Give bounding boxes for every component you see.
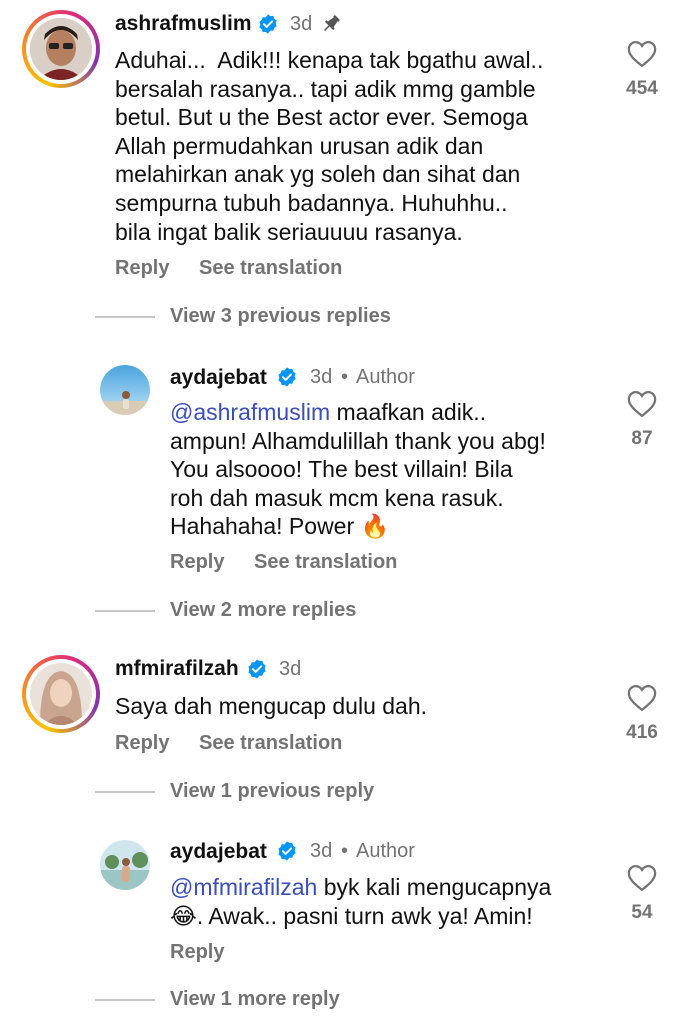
avatar[interactable] <box>100 365 150 415</box>
comment-text: @mfmirafilzah byk kali mengucapnya 😂. Aw… <box>170 874 552 929</box>
heart-icon[interactable] <box>627 864 657 892</box>
see-translation-button[interactable]: See translation <box>199 732 342 755</box>
reply-button[interactable]: Reply <box>170 941 224 964</box>
view-replies-button[interactable]: View 1 previous reply <box>170 780 374 803</box>
timestamp: 3d <box>310 840 333 862</box>
heart-icon[interactable] <box>627 684 657 712</box>
author-label: Author <box>356 840 415 862</box>
timestamp: 3d <box>290 13 313 35</box>
pin-icon <box>323 15 340 32</box>
see-translation-button[interactable]: See translation <box>254 551 397 574</box>
avatar[interactable] <box>100 840 150 890</box>
timestamp: 3d <box>279 658 302 680</box>
username[interactable]: aydajebat <box>170 366 267 390</box>
avatar[interactable] <box>30 18 92 80</box>
view-replies-button[interactable]: View 3 previous replies <box>170 305 391 328</box>
verified-badge-icon <box>278 841 296 861</box>
divider <box>95 791 155 793</box>
like-count: 416 <box>626 722 658 743</box>
dot-separator: • <box>341 840 349 862</box>
reply-button[interactable]: Reply <box>115 257 169 280</box>
divider <box>95 610 155 612</box>
like-count: 454 <box>626 78 658 99</box>
verified-badge-icon <box>259 14 277 34</box>
divider <box>95 999 155 1001</box>
comment-text: @ashrafmuslim maafkan adik.. ampun! Alha… <box>170 399 546 540</box>
heart-icon[interactable] <box>627 40 657 68</box>
reply-button[interactable]: Reply <box>170 551 224 574</box>
comment-text: Saya dah mengucap dulu dah. <box>115 693 428 719</box>
like-count: 54 <box>631 902 653 923</box>
dot-separator: • <box>341 366 349 388</box>
like-count: 87 <box>631 428 653 449</box>
heart-icon[interactable] <box>627 390 657 418</box>
view-replies-button[interactable]: View 1 more reply <box>170 988 340 1011</box>
view-replies-button[interactable]: View 2 more replies <box>170 599 356 622</box>
mention-link[interactable]: @mfmirafilzah <box>170 874 317 900</box>
username[interactable]: ashrafmuslim <box>115 12 252 36</box>
reply-button[interactable]: Reply <box>115 732 169 755</box>
avatar[interactable] <box>30 663 92 725</box>
timestamp: 3d <box>310 366 333 388</box>
see-translation-button[interactable]: See translation <box>199 257 342 280</box>
comment-text: Aduhai... Adik!!! kenapa tak bgathu awal… <box>115 47 544 245</box>
author-label: Author <box>356 366 415 388</box>
username[interactable]: mfmirafilzah <box>115 657 239 681</box>
username[interactable]: aydajebat <box>170 840 267 864</box>
verified-badge-icon <box>278 367 296 387</box>
mention-link[interactable]: @ashrafmuslim <box>170 399 330 425</box>
divider <box>95 316 155 318</box>
verified-badge-icon <box>248 659 266 679</box>
